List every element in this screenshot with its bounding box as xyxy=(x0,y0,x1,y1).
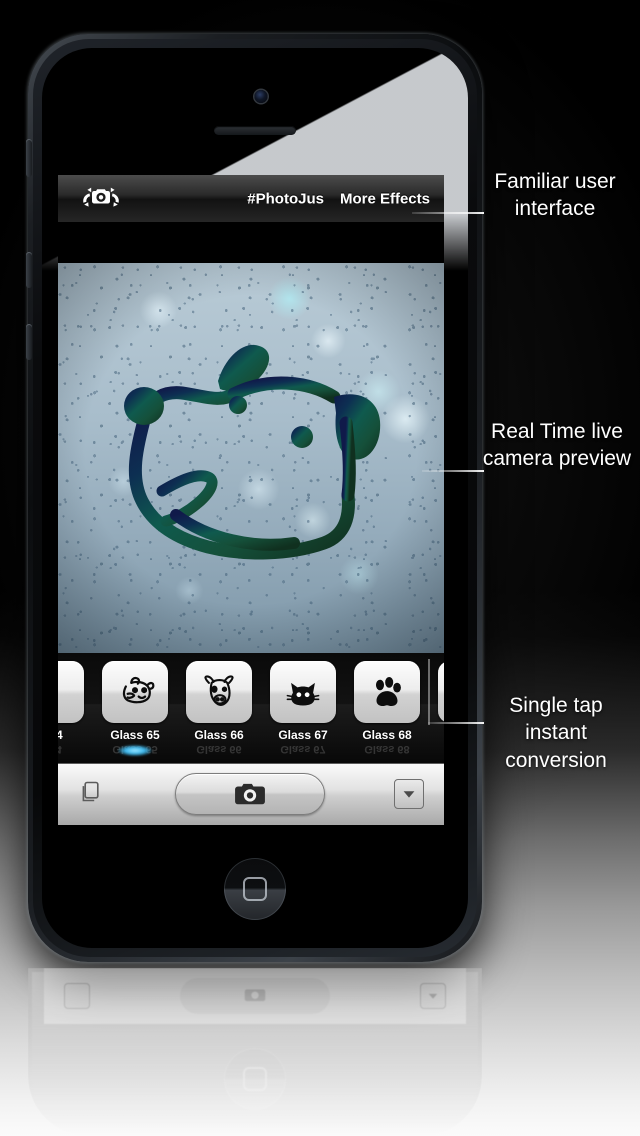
leader-line-2 xyxy=(422,470,484,472)
dog-icon xyxy=(122,676,155,704)
reflection-shutter-button xyxy=(180,978,330,1014)
callout-single-tap: Single tap instant conversion xyxy=(505,694,607,772)
device-front-face: #PhotoJus More Effects 4 Glass 65 Glass … xyxy=(42,48,468,948)
filter-label-reflection: Glass 67 xyxy=(280,743,326,755)
filter-strip[interactable]: s 64 s 64 xyxy=(58,653,444,763)
leader-line-1 xyxy=(412,212,484,214)
camera-flip-icon[interactable] xyxy=(80,185,122,213)
device-bezel: #PhotoJus More Effects 4 Glass 65 Glass … xyxy=(33,39,477,957)
filter-label: s 64 xyxy=(58,728,63,742)
filter-thumbnail xyxy=(186,661,252,723)
reflection-options-icon xyxy=(420,983,446,1009)
device-reflection xyxy=(28,968,482,1136)
camera-preview[interactable] xyxy=(58,263,444,653)
reflection-home-button xyxy=(224,1048,286,1110)
filter-thumbnail xyxy=(438,661,444,723)
cow-icon xyxy=(204,675,234,706)
volume-up-button[interactable] xyxy=(26,252,32,288)
paw-icon xyxy=(375,676,401,706)
callout-live-preview: Real Time live camera preview xyxy=(482,420,632,471)
filter-thumbnail xyxy=(58,661,84,723)
selection-indicator xyxy=(118,745,152,756)
filter-thumbnail xyxy=(354,661,420,723)
camera-toolbar xyxy=(58,763,444,825)
filter-label-reflection: Glass 66 xyxy=(196,743,242,755)
navbar-actions: #PhotoJus More Effects xyxy=(247,190,430,207)
letterbox-band xyxy=(58,223,444,263)
filter-item-glass-67[interactable]: Glass 67 Glass 67 xyxy=(266,661,340,755)
filter-item-64[interactable]: s 64 s 64 xyxy=(58,661,88,755)
filter-thumbnail xyxy=(102,661,168,723)
filter-label-reflection: s 64 xyxy=(58,743,62,755)
filter-track: s 64 s 64 xyxy=(58,661,444,756)
more-effects-button[interactable]: More Effects xyxy=(340,190,430,207)
earpiece-speaker-icon xyxy=(214,126,296,135)
leader-line-3 xyxy=(428,722,484,724)
dog-drawing xyxy=(124,344,381,560)
filter-label-reflection: Glass 68 xyxy=(364,743,410,755)
reflection-home-square xyxy=(243,1067,267,1091)
shutter-button[interactable] xyxy=(174,773,325,815)
bird-icon xyxy=(58,672,71,712)
filter-label: Glass 67 xyxy=(278,728,328,742)
filter-item-glass-66[interactable]: Glass 66 Glass 66 xyxy=(182,661,256,755)
reflection-library-icon xyxy=(64,983,90,1009)
volume-down-button[interactable] xyxy=(26,324,32,360)
home-button-square xyxy=(243,877,267,901)
iphone-device: #PhotoJus More Effects 4 Glass 65 Glass … xyxy=(26,34,482,962)
front-camera-icon xyxy=(254,90,268,103)
filter-label: Glass 66 xyxy=(194,728,244,742)
reflection-toolbar xyxy=(44,968,466,1024)
filter-item-glass-65[interactable]: Glass 65 Glass 65 xyxy=(98,661,172,756)
device-screen: #PhotoJus More Effects 4 Glass 65 Glass … xyxy=(58,175,444,845)
photo-library-icon[interactable] xyxy=(78,778,105,810)
filter-item-next-clipped[interactable] xyxy=(434,661,444,723)
filter-label: Glass 68 xyxy=(362,728,412,742)
home-button-icon[interactable] xyxy=(224,858,286,920)
callout-familiar-ui: Familiar user interface xyxy=(494,170,616,221)
cat-icon xyxy=(286,682,320,706)
filter-strip-divider xyxy=(428,659,430,725)
chevron-down-icon[interactable] xyxy=(394,779,424,809)
mute-switch[interactable] xyxy=(26,139,32,177)
camera-icon xyxy=(234,783,265,805)
app-navbar: #PhotoJus More Effects xyxy=(58,175,444,223)
hashtag-label[interactable]: #PhotoJus xyxy=(247,190,324,207)
filter-label: Glass 65 xyxy=(110,728,160,742)
filter-thumbnail xyxy=(270,661,336,723)
filter-item-glass-68[interactable]: Glass 68 Glass 68 xyxy=(350,661,424,755)
